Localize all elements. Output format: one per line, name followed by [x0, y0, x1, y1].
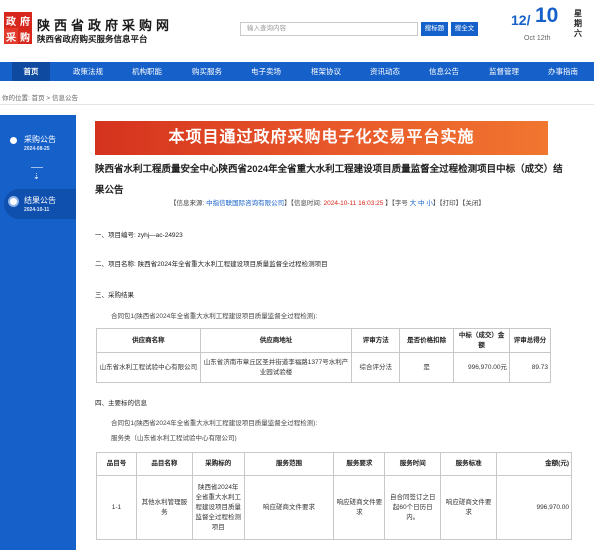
nav-item-home[interactable]: 首页: [12, 62, 50, 81]
notice-title: 陕西省水利工程质量安全中心陕西省2024年全省重大水利工程建设项目质量监督全过程…: [95, 164, 563, 196]
banner-text: 本项目通过政府采购电子化交易平台实施: [168, 129, 475, 146]
table-cell: 1-1: [96, 475, 137, 540]
section-procurement-result: 三、采购结果: [95, 292, 134, 299]
items-table: 品目号 品目名称 采购标的 服务范围 服务要求 服务时间 服务标准 金额(元) …: [96, 452, 572, 540]
nav-item-news[interactable]: 资讯动态: [362, 62, 408, 81]
timeline-dot-active-icon: [10, 198, 17, 205]
main-nav: 首页 政策法规 机构职能 购买服务 电子卖场 框架协议 资讯动态 信息公告 监督…: [0, 62, 594, 81]
search-title-button[interactable]: 搜标题: [421, 22, 448, 36]
timeline-label: 采购公告: [24, 135, 56, 144]
service-category: 服务类（山东省水利工程试验中心有限公司): [111, 435, 237, 442]
print-link[interactable]: 】【打印】: [433, 200, 462, 207]
table-cell: 996,970.00元: [453, 352, 511, 383]
table-header: 供应商名称: [96, 328, 201, 353]
lot-description: 合同包1(陕西省2024年全省重大水利工程建设项目质量监督全过程检测):: [111, 313, 318, 320]
search-fulltext-button[interactable]: 搜全文: [451, 22, 478, 36]
table-header: 中标（成交）金额: [453, 328, 511, 353]
result-table: 供应商名称 供应商地址 评审方法 是否价格扣除 中标（成交）金额 评审总得分 山…: [96, 328, 551, 383]
notice-meta: 【信息来源: 中指信联国际咨询有限公司】【信息时间: 2024-10-11 16…: [170, 197, 485, 207]
lot-description: 合同包1(陕西省2024年全省重大水利工程建设项目质量监督全过程检测):: [111, 420, 318, 427]
timeline-date: 2024-08-25: [24, 146, 50, 152]
table-cell: 响应磋商文件要求: [243, 475, 335, 540]
meta-source-name: 中指信联国际咨询有限公司: [206, 200, 285, 207]
nav-item-guide[interactable]: 办事指南: [540, 62, 586, 81]
table-header: 品目名称: [135, 452, 193, 476]
section-main-items: 四、主要标的信息: [95, 400, 147, 407]
table-cell: 山东省水利工程试验中心有限公司: [96, 352, 201, 383]
section-project-number: 一、项目编号: zyhj—ac-24923: [95, 232, 183, 239]
site-logo[interactable]: 政 府 采 购: [4, 12, 32, 44]
table-header: 采购标的: [191, 452, 245, 476]
date-english: Oct 12th: [524, 35, 551, 42]
date-day: 10: [535, 4, 559, 27]
nav-item-supervision[interactable]: 监督管理: [481, 62, 527, 81]
table-cell: 自合同签订之日起60个日历日内。: [384, 475, 442, 540]
table-cell: 综合评分法: [351, 352, 401, 383]
table-cell: 996,970.00: [496, 475, 572, 540]
table-header: 评审总得分: [509, 328, 551, 353]
table-cell: 山东省济南市章丘区圣井街道李福路1377号水利产业园试验楼: [199, 352, 353, 383]
table-header: 服务标准: [440, 452, 498, 476]
breadcrumb-separator: >: [44, 95, 53, 102]
table-cell: 响应磋商文件要求: [440, 475, 498, 540]
table-header: 供应商地址: [199, 328, 353, 353]
breadcrumb-current[interactable]: 信息公告: [52, 95, 78, 102]
table-row: 1-1 其他水利管理服务 陕西省2024年全省重大水利工程建设项目质量监督全过程…: [96, 475, 572, 540]
table-cell: 响应磋商文件要求: [333, 475, 386, 540]
table-header: 是否价格扣除: [399, 328, 455, 353]
table-cell: 是: [399, 352, 455, 383]
meta-time-label: 】【信息时间:: [284, 200, 324, 207]
table-header: 服务范围: [243, 452, 335, 476]
table-row: 山东省水利工程试验中心有限公司 山东省济南市章丘区圣井街道李福路1377号水利产…: [96, 352, 551, 383]
announcement-timeline: 采购公告 2024-08-25 ⇣ 结果公告 2024-10-11: [0, 115, 76, 550]
weekday: 星期六: [574, 9, 582, 38]
table-header-row: 供应商名称 供应商地址 评审方法 是否价格扣除 中标（成交）金额 评审总得分: [96, 328, 551, 353]
arrow-down-icon: ⇣: [33, 172, 40, 181]
logo-text-1: 政: [4, 12, 18, 28]
site-title: 陕西省政府采购网: [37, 18, 174, 33]
timeline-separator: [31, 167, 43, 168]
nav-item-framework[interactable]: 框架协议: [303, 62, 349, 81]
nav-item-emall[interactable]: 电子卖场: [243, 62, 289, 81]
table-header: 评审方法: [351, 328, 401, 353]
nav-item-purchase-service[interactable]: 购买服务: [184, 62, 230, 81]
logo-text-3: 采: [4, 28, 18, 44]
timeline-date: 2024-10-11: [24, 207, 50, 213]
breadcrumb-prefix: 你的位置:: [2, 95, 30, 102]
nav-item-notices[interactable]: 信息公告: [421, 62, 467, 81]
section-project-name: 二、项目名称: 陕西省2024年全省重大水利工程建设项目质量监督全过程检测项目: [95, 261, 328, 268]
font-size-toggle[interactable]: 大 中 小: [410, 200, 433, 207]
table-cell: 89.73: [509, 352, 551, 383]
close-link[interactable]: 【关闭】: [462, 200, 485, 207]
table-header: 金额(元): [496, 452, 572, 476]
meta-source-open: 【信息来源:: [170, 200, 207, 207]
table-header: 服务要求: [333, 452, 386, 476]
nav-item-policy[interactable]: 政策法规: [65, 62, 111, 81]
table-header: 品目号: [96, 452, 137, 476]
timeline-dot-icon: [10, 137, 17, 144]
platform-banner: 本项目通过政府采购电子化交易平台实施: [95, 121, 548, 155]
date-month: 12/: [511, 12, 531, 28]
nav-item-institutions[interactable]: 机构职能: [124, 62, 170, 81]
site-header: 政 府 采 购 陕西省政府采购网 陕西省政府购买服务信息平台 输入查询内容 搜标…: [0, 0, 594, 60]
logo-text-4: 购: [18, 28, 32, 44]
logo-text-2: 府: [18, 12, 32, 28]
meta-time-value: 2024-10-11 16:03:25: [323, 200, 384, 207]
timeline-label: 结果公告: [24, 196, 56, 205]
breadcrumb-home[interactable]: 首页: [32, 95, 45, 102]
divider: [0, 104, 594, 105]
table-header-row: 品目号 品目名称 采购标的 服务范围 服务要求 服务时间 服务标准 金额(元): [96, 452, 572, 476]
table-header: 服务时间: [384, 452, 442, 476]
meta-font-label: 】【字号: [383, 200, 410, 207]
breadcrumb: 你的位置: 首页 > 信息公告: [2, 92, 78, 102]
table-cell: 其他水利管理服务: [135, 475, 193, 540]
table-cell: 陕西省2024年全省重大水利工程建设项目质量监督全过程检测项目: [191, 475, 245, 540]
search-input[interactable]: 输入查询内容: [240, 22, 418, 36]
site-subtitle: 陕西省政府购买服务信息平台: [37, 34, 148, 44]
